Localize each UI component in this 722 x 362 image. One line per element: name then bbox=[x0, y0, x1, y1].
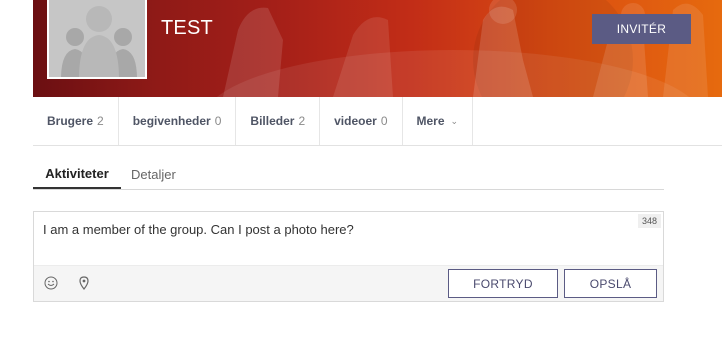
group-cover: TEST INVITÉR bbox=[33, 0, 722, 97]
nav-item-count: 2 bbox=[298, 114, 306, 128]
nav-item-count: 2 bbox=[97, 114, 104, 128]
nav-item-label: Mere bbox=[416, 114, 445, 128]
chevron-down-icon: ⌄ bbox=[450, 115, 459, 126]
nav-item-events[interactable]: begivenheder 0 bbox=[119, 97, 237, 145]
content-tabs: Aktiviteter Detaljer bbox=[33, 160, 664, 190]
cancel-button[interactable]: FORTRYD bbox=[448, 269, 558, 298]
tab-details[interactable]: Detaljer bbox=[131, 160, 176, 189]
group-avatar-icon bbox=[49, 0, 145, 77]
char-counter: 348 bbox=[637, 214, 661, 228]
post-composer: I am a member of the group. Can I post a… bbox=[33, 211, 664, 302]
nav-item-videos[interactable]: videoer 0 bbox=[320, 97, 403, 145]
tab-activities[interactable]: Aktiviteter bbox=[33, 160, 121, 189]
nav-item-count: 0 bbox=[380, 114, 388, 128]
group-title: TEST bbox=[161, 17, 213, 39]
nav-item-label: Brugere bbox=[47, 114, 94, 128]
group-avatar[interactable] bbox=[47, 0, 147, 79]
location-pin-icon[interactable] bbox=[76, 275, 92, 291]
nav-item-photos[interactable]: Billeder 2 bbox=[236, 97, 321, 145]
group-nav: Brugere 2 begivenheder 0 Billeder 2 vide… bbox=[33, 97, 722, 146]
invite-button[interactable]: INVITÉR bbox=[592, 14, 691, 44]
nav-item-label: videoer bbox=[334, 114, 377, 128]
emoji-icon[interactable] bbox=[43, 275, 59, 291]
nav-item-label: Billeder bbox=[250, 114, 295, 128]
nav-item-count: 0 bbox=[214, 114, 222, 128]
nav-item-more[interactable]: Mere ⌄ bbox=[403, 97, 474, 145]
nav-item-label: begivenheder bbox=[132, 114, 211, 128]
composer-toolbar: FORTRYD OPSLÅ bbox=[34, 265, 663, 301]
nav-item-users[interactable]: Brugere 2 bbox=[33, 97, 119, 145]
post-input[interactable]: I am a member of the group. Can I post a… bbox=[43, 222, 354, 237]
post-button[interactable]: OPSLÅ bbox=[564, 269, 657, 298]
